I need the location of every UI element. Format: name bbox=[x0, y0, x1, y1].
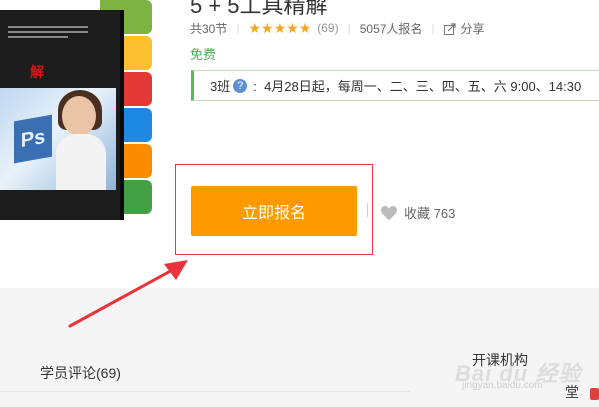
share-label: 分享 bbox=[460, 21, 485, 36]
watermark-url: jingyan.baidu.com bbox=[462, 380, 543, 391]
tab-reviews[interactable]: 学员评论(69) bbox=[40, 363, 121, 383]
signup-button[interactable]: 立即报名 bbox=[191, 186, 357, 236]
corner-mark bbox=[590, 388, 599, 400]
annotation-arrow bbox=[68, 260, 188, 328]
tab-underline bbox=[0, 391, 410, 392]
class-name: 3班 bbox=[210, 79, 231, 94]
course-header: 解 Ps 5 + 5工具精解 共30节 | ★★★★★ (69) | 5057人… bbox=[0, 0, 599, 288]
enrolled-count: 5057人报名 bbox=[359, 21, 423, 36]
course-title: 5 + 5工具精解 bbox=[190, 0, 328, 18]
help-icon[interactable]: ? bbox=[233, 78, 248, 93]
cut-off-text: 堂 bbox=[565, 384, 579, 400]
favorite-button[interactable]: 收藏 763 bbox=[380, 203, 455, 222]
lesson-count: 共30节 bbox=[190, 21, 228, 36]
class-schedule-box[interactable]: 3班 ? : 4月28日起，每周一、二、三、四、五、六 9:00、14:30 bbox=[191, 70, 599, 101]
cover-photo: Ps bbox=[0, 88, 116, 190]
share-icon bbox=[443, 23, 456, 35]
cover-title: 解 bbox=[30, 64, 44, 80]
price-label: 免费 bbox=[190, 47, 217, 62]
favorite-label: 收藏 763 bbox=[404, 206, 456, 221]
divider bbox=[367, 203, 368, 217]
heart-icon bbox=[381, 205, 397, 220]
class-schedule: : 4月28日起，每周一、二、三、四、五、六 9:00、14:30 bbox=[253, 79, 582, 94]
course-meta: 共30节 | ★★★★★ (69) | 5057人报名 | 分享 bbox=[190, 19, 485, 37]
course-cover-image[interactable]: 解 Ps bbox=[0, 0, 152, 236]
star-icon: ★★★★★ bbox=[248, 19, 312, 36]
share-button[interactable]: 分享 bbox=[443, 20, 485, 37]
rating-count[interactable]: (69) bbox=[317, 21, 338, 35]
book-cover: 解 Ps bbox=[0, 10, 124, 220]
